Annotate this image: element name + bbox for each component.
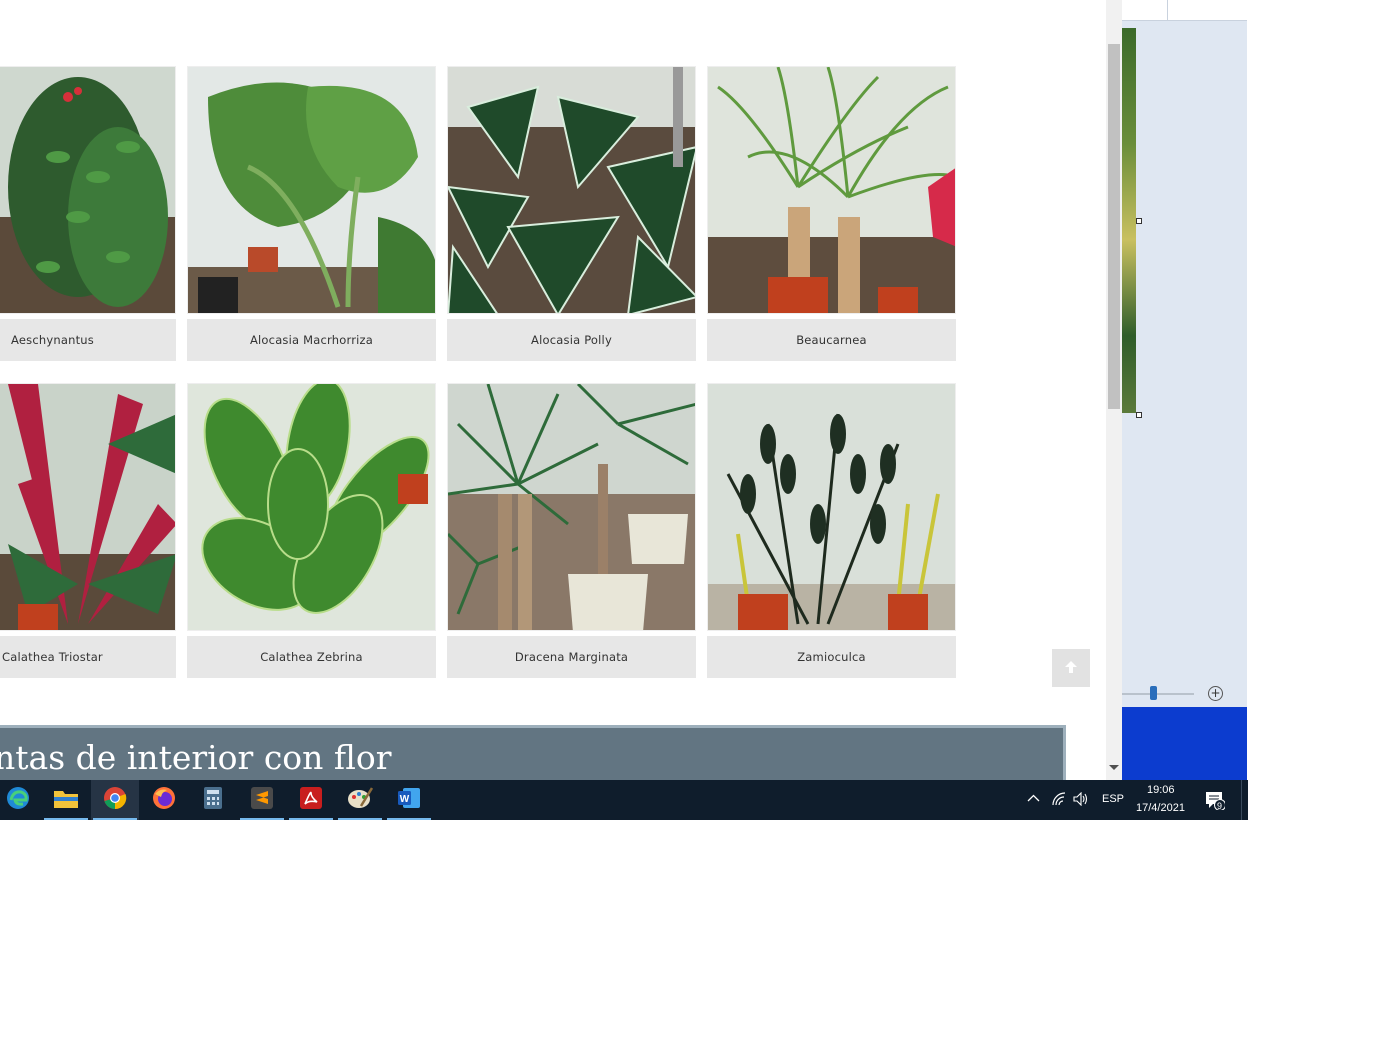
running-indicator — [93, 818, 137, 820]
show-desktop-button[interactable] — [1241, 780, 1248, 820]
paint-icon — [347, 786, 374, 814]
taskbar-app-sublime[interactable] — [238, 780, 286, 820]
taskbar-app-acrobat[interactable] — [287, 780, 335, 820]
toolbar-divider — [1167, 0, 1168, 20]
resize-handle[interactable] — [1136, 218, 1142, 224]
sublime-icon — [251, 787, 273, 813]
acrobat-icon — [300, 787, 322, 813]
running-indicator — [387, 818, 431, 820]
running-indicator — [289, 818, 333, 820]
notification-count: 9 — [1217, 801, 1223, 811]
zoom-slider-track[interactable] — [1122, 693, 1194, 695]
svg-text:W: W — [400, 794, 410, 805]
scroll-to-top-button[interactable] — [1052, 649, 1090, 687]
zoom-slider-knob[interactable] — [1150, 686, 1157, 700]
resize-handle[interactable] — [1136, 412, 1142, 418]
taskbar-app-word[interactable]: W — [385, 780, 433, 820]
plant-caption[interactable]: Aeschynantus — [0, 319, 176, 361]
plant-photo[interactable] — [707, 66, 956, 314]
vertical-scrollbar[interactable] — [1106, 0, 1122, 780]
clock-time[interactable]: 19:06 — [1147, 784, 1175, 796]
zoom-control: + — [1122, 683, 1247, 705]
calculator-icon — [204, 787, 222, 813]
arrow-up-icon — [1064, 659, 1078, 678]
taskbar-app-chrome[interactable] — [91, 780, 139, 820]
edge-icon — [5, 785, 31, 815]
clock-date[interactable]: 17/4/2021 — [1136, 802, 1185, 814]
side-window-toolbar — [1122, 0, 1247, 21]
plant-caption[interactable]: Alocasia Polly — [447, 319, 696, 361]
plant-photo[interactable] — [0, 66, 176, 314]
side-window: + — [1122, 0, 1247, 780]
taskbar: W ESP 19:06 17/4/2021 9 — [0, 780, 1247, 820]
running-indicator — [338, 818, 382, 820]
scroll-down-arrow-icon[interactable] — [1109, 765, 1119, 770]
chevron-up-icon[interactable] — [1027, 792, 1040, 808]
scrollbar-thumb[interactable] — [1108, 44, 1120, 409]
plant-caption[interactable]: Calathea Zebrina — [187, 636, 436, 678]
folder-icon — [53, 787, 79, 813]
running-indicator — [44, 818, 88, 820]
language-indicator[interactable]: ESP — [1102, 793, 1124, 805]
taskbar-app-file-explorer[interactable] — [42, 780, 90, 820]
chrome-icon — [103, 786, 127, 814]
section-title: ntas de interior con flor — [0, 738, 392, 777]
plant-caption[interactable]: Calathea Triostar — [0, 636, 176, 678]
section-header: ntas de interior con flor — [0, 725, 1066, 780]
image-preview[interactable] — [1122, 28, 1136, 413]
taskbar-app-paint[interactable] — [336, 780, 384, 820]
taskbar-app-edge[interactable] — [0, 780, 42, 820]
running-indicator — [240, 818, 284, 820]
plant-photo[interactable] — [447, 66, 696, 314]
desktop-background — [1122, 707, 1247, 780]
firefox-icon — [152, 786, 176, 814]
network-icon[interactable] — [1051, 792, 1067, 809]
taskbar-app-firefox[interactable] — [140, 780, 188, 820]
browser-viewport: Aeschynantus Alocasia Macrhorriza Alocas… — [0, 0, 1106, 780]
plant-photo[interactable] — [447, 383, 696, 631]
plant-photo[interactable] — [707, 383, 956, 631]
plant-caption[interactable]: Beaucarnea — [707, 319, 956, 361]
taskbar-app-calculator[interactable] — [189, 780, 237, 820]
plant-photo[interactable] — [187, 66, 436, 314]
zoom-in-icon[interactable]: + — [1208, 686, 1223, 701]
plant-photo[interactable] — [0, 383, 176, 631]
plant-photo[interactable] — [187, 383, 436, 631]
volume-icon[interactable] — [1073, 791, 1089, 809]
plant-caption[interactable]: Dracena Marginata — [447, 636, 696, 678]
word-icon: W — [397, 787, 421, 813]
plant-caption[interactable]: Alocasia Macrhorriza — [187, 319, 436, 361]
plant-caption[interactable]: Zamioculca — [707, 636, 956, 678]
